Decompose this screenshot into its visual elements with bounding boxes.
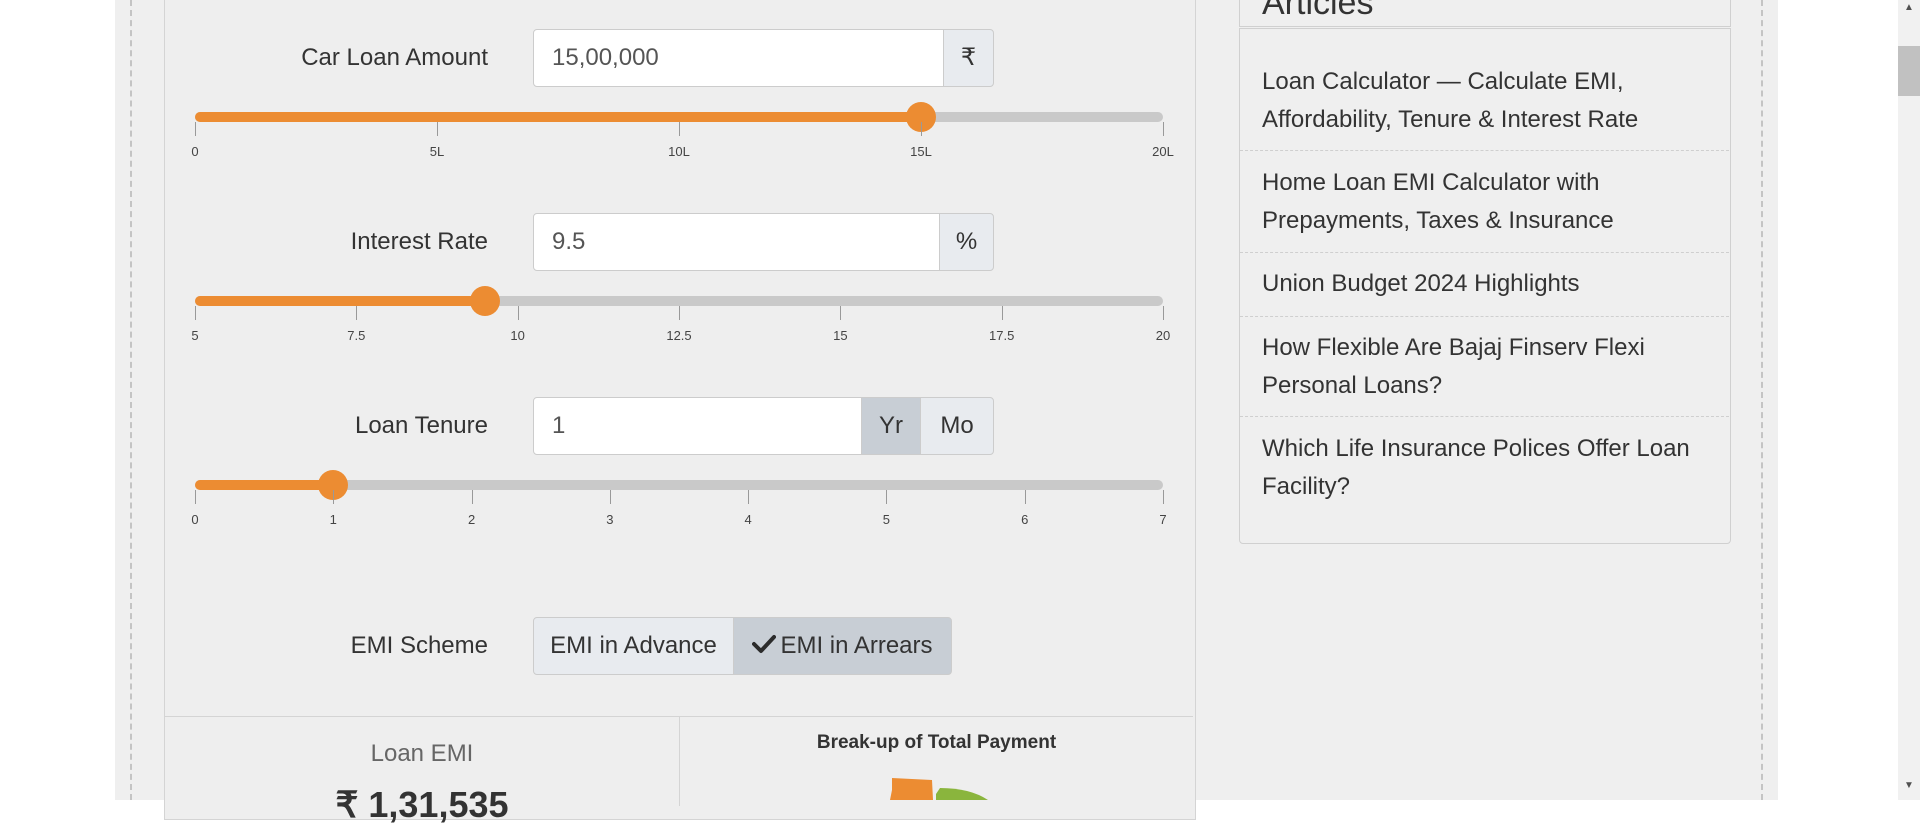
slider-tick xyxy=(195,306,196,320)
left-dashed-border xyxy=(130,0,132,800)
slider-tick-label: 12.5 xyxy=(666,328,692,343)
article-divider xyxy=(1240,252,1729,253)
slider-tick xyxy=(886,490,888,504)
interest-rate-fill xyxy=(195,296,486,306)
slider-tick-label: 1 xyxy=(329,512,337,527)
interest-rate-label: Interest Rate xyxy=(350,228,488,255)
slider-tick xyxy=(356,306,358,320)
loan-tenure-fill xyxy=(195,480,334,490)
scroll-up-arrow-icon[interactable]: ▲ xyxy=(1898,2,1920,13)
slider-tick xyxy=(437,122,438,136)
slider-tick xyxy=(1001,306,1003,320)
slider-tick-label: 0 xyxy=(191,512,199,527)
check-icon xyxy=(752,619,777,675)
tenure-month-toggle[interactable]: Mo xyxy=(920,397,994,455)
slider-tick-label: 7 xyxy=(1159,512,1167,527)
slider-tick-label: 6 xyxy=(1021,512,1029,527)
slider-tick xyxy=(840,306,842,320)
right-dashed-border xyxy=(1761,0,1763,800)
slider-tick xyxy=(1163,306,1164,320)
slider-tick-label: 5 xyxy=(191,328,199,343)
slider-tick-label: 15L xyxy=(910,144,932,159)
slider-tick xyxy=(195,122,196,136)
rupee-addon: ₹ xyxy=(943,29,994,87)
article-link[interactable]: Which Life Insurance Polices Offer Loan … xyxy=(1262,430,1702,506)
interest-rate-input[interactable]: 9.5 xyxy=(533,213,940,271)
article-link[interactable]: Home Loan EMI Calculator with Prepayment… xyxy=(1262,164,1702,240)
article-divider xyxy=(1240,150,1729,151)
slider-tick xyxy=(333,490,335,504)
loan-emi-value: ₹ 1,31,535 xyxy=(335,784,509,825)
slider-tick-label: 15 xyxy=(833,328,848,343)
slider-tick-label: 20 xyxy=(1155,328,1171,343)
percent-addon: % xyxy=(939,213,994,271)
slider-tick xyxy=(195,490,196,504)
emi-scheme-label: EMI Scheme xyxy=(350,632,488,659)
loan-emi-label: Loan EMI xyxy=(370,740,474,767)
slider-tick xyxy=(1024,490,1026,504)
breakup-pie-chart xyxy=(890,778,988,800)
slider-tick-label: 3 xyxy=(606,512,614,527)
slider-tick-label: 5L xyxy=(429,144,445,159)
scrollbar-thumb[interactable] xyxy=(1898,46,1920,96)
slider-tick-label: 10L xyxy=(668,144,690,159)
loan-tenure-label: Loan Tenure xyxy=(354,412,488,439)
articles-title: Articles xyxy=(1262,0,1374,22)
loan-amount-label: Car Loan Amount xyxy=(301,44,488,71)
article-divider xyxy=(1240,316,1729,317)
article-link[interactable]: Loan Calculator — Calculate EMI, Afforda… xyxy=(1262,63,1702,139)
loan-tenure-input[interactable]: 1 xyxy=(533,397,862,455)
tenure-year-toggle[interactable]: Yr xyxy=(861,397,921,455)
article-link[interactable]: How Flexible Are Bajaj Finserv Flexi Per… xyxy=(1262,329,1702,405)
emi-in-arrears-button[interactable]: EMI in Arrears xyxy=(733,617,952,675)
slider-tick xyxy=(1163,122,1164,136)
slider-tick xyxy=(679,122,680,136)
slider-tick-label: 10 xyxy=(510,328,525,343)
slider-tick xyxy=(517,306,519,320)
emi-in-advance-button[interactable]: EMI in Advance xyxy=(533,617,734,675)
loan-amount-input[interactable]: 15,00,000 xyxy=(533,29,944,87)
results-column-divider xyxy=(679,716,680,806)
slider-tick-label: 17.5 xyxy=(989,328,1015,343)
pie-slice-interest xyxy=(936,788,988,800)
slider-tick xyxy=(748,490,750,504)
slider-tick-label: 20L xyxy=(1152,144,1174,159)
scroll-down-arrow-icon[interactable]: ▼ xyxy=(1898,780,1920,791)
breakup-chart-title: Break-up of Total Payment xyxy=(816,732,1057,753)
slider-tick xyxy=(921,122,922,136)
slider-tick-label: 2 xyxy=(467,512,476,527)
pie-slice-principal xyxy=(890,778,933,800)
article-divider xyxy=(1240,416,1729,417)
slider-tick xyxy=(609,490,611,504)
loan-amount-fill xyxy=(195,112,921,122)
page-scrollbar[interactable] xyxy=(1898,0,1920,800)
slider-tick-label: 7.5 xyxy=(347,328,366,343)
slider-tick-label: 5 xyxy=(882,512,891,527)
article-link[interactable]: Union Budget 2024 Highlights xyxy=(1262,265,1702,303)
emi-in-arrears-label: EMI in Arrears xyxy=(780,632,933,659)
slider-tick xyxy=(1163,490,1164,504)
slider-tick-label: 4 xyxy=(744,512,752,527)
slider-tick-label: 0 xyxy=(191,144,199,159)
slider-tick xyxy=(679,306,680,320)
slider-tick xyxy=(471,490,473,504)
